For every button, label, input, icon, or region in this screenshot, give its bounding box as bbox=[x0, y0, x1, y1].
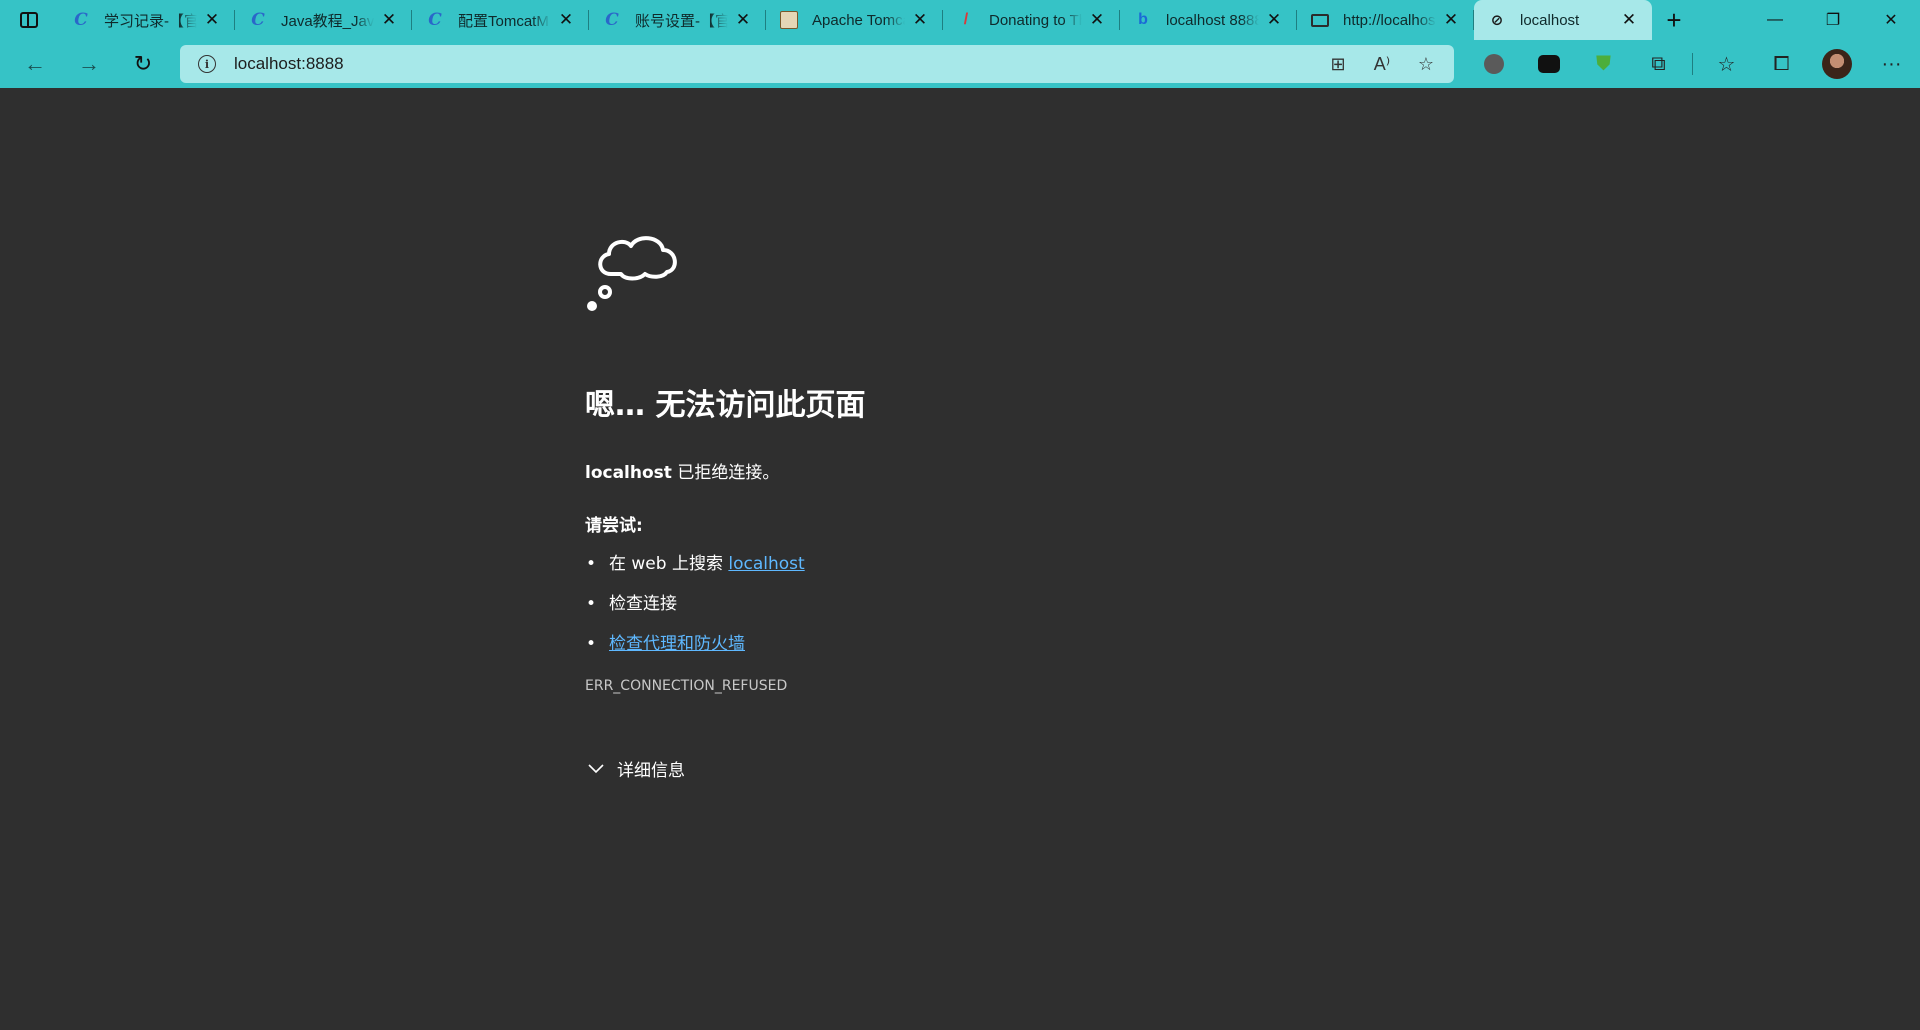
tab-2[interactable]: C Java教程_Java ✕ bbox=[235, 0, 412, 40]
details-toggle[interactable]: 详细信息 bbox=[585, 756, 1285, 781]
tab-actions-button[interactable] bbox=[0, 0, 58, 40]
suggestion-proxy: 检查代理和防火墙 bbox=[585, 634, 1285, 674]
window-controls: — ❐ ✕ bbox=[1746, 0, 1920, 40]
tab-title: http://localhos bbox=[1343, 11, 1436, 29]
page-content: 嗯… 无法访问此页面 localhost 已拒绝连接。 请尝试: 在 web 上… bbox=[0, 88, 1920, 1030]
error-page-icon: ⊘ bbox=[1490, 12, 1504, 29]
tab-close-icon[interactable]: ✕ bbox=[1259, 5, 1289, 35]
more-icon: ··· bbox=[1881, 52, 1902, 75]
tab-4[interactable]: C 账号设置-【官 ✕ bbox=[589, 0, 766, 40]
close-window-button[interactable]: ✕ bbox=[1862, 0, 1920, 40]
collections-icon: ⧠ bbox=[1773, 52, 1790, 75]
error-host: localhost bbox=[585, 463, 672, 483]
tab-9-active[interactable]: ⊘ localhost ✕ bbox=[1474, 0, 1652, 40]
tab-actions-icon bbox=[20, 12, 38, 28]
tab-title: Java教程_Java bbox=[281, 12, 374, 30]
browser-toolbar: ← → ↻ i localhost:8888 ⊞ A⁾ ☆ ⛊ ⧉ ☆ ⧠ ··… bbox=[0, 40, 1920, 88]
tab-7[interactable]: b localhost 8888 ✕ bbox=[1120, 0, 1297, 40]
favorites-button[interactable]: ☆ bbox=[1699, 44, 1754, 84]
restore-icon: ❐ bbox=[1825, 12, 1841, 29]
tab-close-icon[interactable]: ✕ bbox=[1082, 5, 1112, 35]
tab-close-icon[interactable]: ✕ bbox=[905, 5, 935, 35]
address-bar-actions: ⊞ A⁾ ☆ bbox=[1316, 49, 1448, 79]
address-bar[interactable]: i localhost:8888 ⊞ A⁾ ☆ bbox=[180, 45, 1454, 83]
profile-button[interactable] bbox=[1809, 44, 1864, 84]
error-description: localhost 已拒绝连接。 bbox=[585, 458, 1285, 483]
minimize-button[interactable]: — bbox=[1746, 0, 1804, 40]
extension-dark-icon bbox=[1483, 54, 1504, 74]
shield-icon: ⛊ bbox=[1596, 52, 1611, 75]
toolbar-right: ⛊ ⧉ ☆ ⧠ ··· bbox=[1466, 40, 1919, 88]
search-localhost-link[interactable]: localhost bbox=[728, 554, 804, 574]
tab-title: 账号设置-【官 bbox=[635, 12, 728, 30]
suggestion-search-text: 在 web 上搜索 bbox=[609, 554, 729, 574]
tab-close-icon[interactable]: ✕ bbox=[1614, 5, 1644, 35]
extension-button[interactable] bbox=[1466, 44, 1521, 84]
tab-close-icon[interactable]: ✕ bbox=[551, 5, 581, 35]
tab-title: 配置TomcatM bbox=[458, 12, 549, 30]
tab-title: Donating to Th bbox=[989, 11, 1082, 29]
info-icon[interactable]: i bbox=[198, 55, 216, 73]
tab-1[interactable]: C 学习记录-【官 ✕ bbox=[58, 0, 235, 40]
tab-title: localhost 8888 bbox=[1166, 11, 1259, 29]
url-text[interactable]: localhost:8888 bbox=[234, 54, 344, 74]
extensions-button[interactable]: ⧉ bbox=[1631, 44, 1686, 84]
favorites-icon: ☆ bbox=[1717, 53, 1736, 76]
chevron-down-icon bbox=[585, 758, 607, 780]
restore-button[interactable]: ❐ bbox=[1804, 0, 1862, 40]
details-label: 详细信息 bbox=[617, 761, 685, 781]
close-icon: ✕ bbox=[1884, 12, 1898, 29]
tab-title: 学习记录-【官 bbox=[104, 12, 197, 30]
csdn-icon: C bbox=[74, 10, 88, 30]
apps-icon[interactable]: ⊞ bbox=[1316, 49, 1360, 79]
tab-close-icon[interactable]: ✕ bbox=[728, 5, 758, 35]
suggestion-check-connection: 检查连接 bbox=[585, 594, 1285, 634]
try-label: 请尝试: bbox=[585, 516, 643, 536]
suggestion-search: 在 web 上搜索 localhost bbox=[585, 554, 1285, 594]
add-favorite-icon[interactable]: ☆ bbox=[1404, 49, 1448, 79]
read-aloud-icon[interactable]: A⁾ bbox=[1360, 49, 1404, 79]
puzzle-icon: ⧉ bbox=[1651, 52, 1666, 75]
minimize-icon: — bbox=[1767, 11, 1783, 28]
csdn-icon: C bbox=[251, 10, 265, 30]
thought-cloud-icon bbox=[587, 236, 677, 311]
settings-menu-button[interactable]: ··· bbox=[1864, 44, 1919, 84]
refresh-icon: ↻ bbox=[133, 51, 153, 76]
page-icon bbox=[1311, 13, 1329, 27]
feather-icon: / bbox=[963, 11, 969, 28]
toolbar-divider bbox=[1692, 53, 1693, 75]
tab-6[interactable]: / Donating to Th ✕ bbox=[943, 0, 1120, 40]
tomcat-icon bbox=[780, 11, 798, 29]
plus-icon: + bbox=[1666, 4, 1682, 35]
back-button[interactable]: ← bbox=[8, 44, 62, 84]
extension-mask-icon bbox=[1537, 55, 1560, 73]
page-title: 嗯… 无法访问此页面 bbox=[585, 388, 866, 423]
csdn-icon: C bbox=[428, 10, 442, 30]
tab-close-icon[interactable]: ✕ bbox=[374, 5, 404, 35]
bing-icon: b bbox=[1138, 11, 1148, 28]
extension-button[interactable] bbox=[1521, 44, 1576, 84]
suggestions-list: 在 web 上搜索 localhost 检查连接 检查代理和防火墙 bbox=[585, 554, 1285, 674]
tab-title: Apache Tomca bbox=[812, 11, 905, 29]
arrow-left-icon: ← bbox=[24, 51, 46, 76]
tab-title: localhost bbox=[1520, 11, 1580, 29]
error-code: ERR_CONNECTION_REFUSED bbox=[585, 678, 788, 694]
avatar bbox=[1821, 49, 1852, 79]
check-proxy-firewall-link[interactable]: 检查代理和防火墙 bbox=[609, 634, 745, 654]
tab-strip: C 学习记录-【官 ✕ C Java教程_Java ✕ C 配置TomcatM … bbox=[0, 0, 1920, 40]
error-container: 嗯… 无法访问此页面 localhost 已拒绝连接。 请尝试: 在 web 上… bbox=[585, 220, 1285, 781]
csdn-icon: C bbox=[605, 10, 619, 30]
tab-8[interactable]: http://localhos ✕ bbox=[1297, 0, 1474, 40]
tab-close-icon[interactable]: ✕ bbox=[197, 5, 227, 35]
refresh-button[interactable]: ↻ bbox=[116, 44, 170, 84]
new-tab-button[interactable]: + bbox=[1652, 0, 1696, 40]
tab-5[interactable]: Apache Tomca ✕ bbox=[766, 0, 943, 40]
tab-3[interactable]: C 配置TomcatM ✕ bbox=[412, 0, 589, 40]
arrow-right-icon: → bbox=[78, 51, 100, 76]
extension-button[interactable]: ⛊ bbox=[1576, 44, 1631, 84]
collections-button[interactable]: ⧠ bbox=[1754, 44, 1809, 84]
error-refused-text: 已拒绝连接。 bbox=[671, 463, 780, 483]
forward-button[interactable]: → bbox=[62, 44, 116, 84]
tab-close-icon[interactable]: ✕ bbox=[1436, 5, 1466, 35]
